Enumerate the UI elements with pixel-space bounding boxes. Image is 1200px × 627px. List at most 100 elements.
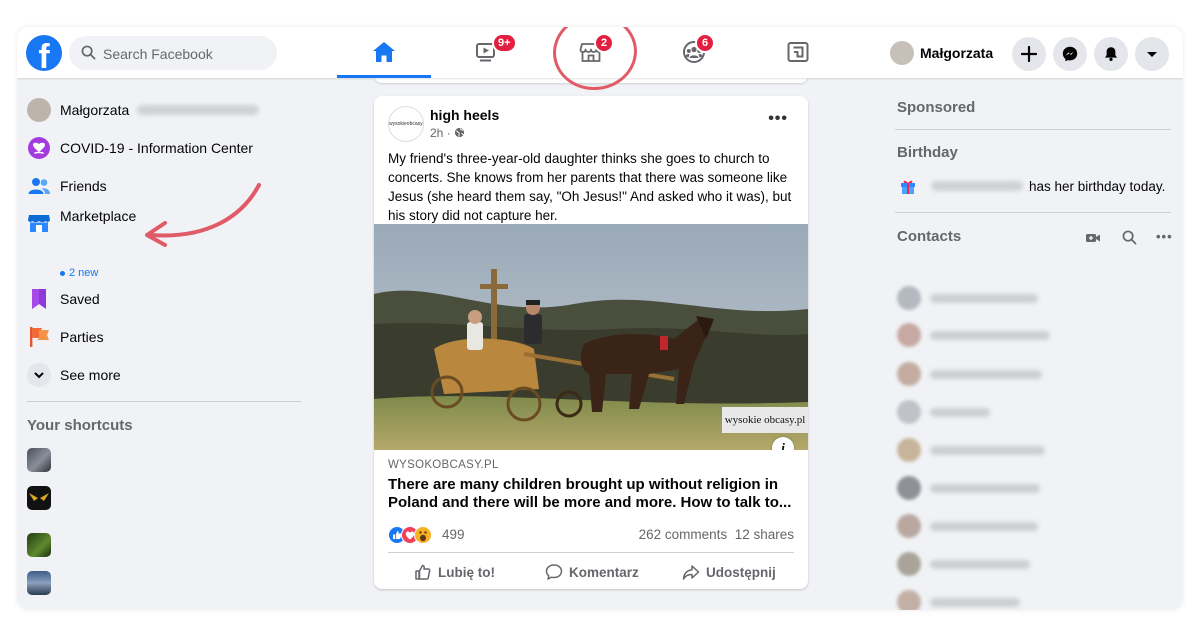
annotation-arrow (145, 183, 261, 247)
blurred-name (930, 330, 1050, 340)
account-menu-button[interactable] (1135, 37, 1169, 71)
sidebar-item-parties[interactable]: Parties (27, 320, 104, 354)
tab-home[interactable] (337, 27, 431, 78)
reactions-summary[interactable] (388, 526, 438, 547)
plus-icon (1021, 46, 1037, 62)
video-call-icon[interactable] (1085, 231, 1101, 245)
contact-item[interactable] (897, 476, 1040, 500)
blurred-name (930, 445, 1045, 455)
avatar (897, 286, 921, 310)
blurred-name (930, 483, 1040, 493)
more-options-icon[interactable]: ••• (768, 110, 788, 128)
avatar (897, 590, 921, 610)
sidebar-item-label: Małgorzata (60, 102, 130, 118)
divider (27, 401, 301, 402)
shortcut-item[interactable] (27, 571, 51, 595)
contacts-options-icon[interactable]: ••• (1156, 229, 1173, 244)
comment-button[interactable]: Komentarz (545, 561, 639, 583)
tab-watch[interactable]: 9+ (440, 27, 534, 78)
marketplace-new-count: 2 new (60, 267, 98, 279)
bookmark-icon (32, 289, 46, 309)
gift-icon (901, 180, 915, 194)
profile-chip[interactable]: Małgorzata (890, 38, 993, 68)
shortcut-item[interactable] (27, 486, 51, 510)
post-time[interactable]: 2h (430, 126, 443, 140)
contact-item[interactable] (897, 514, 1038, 538)
sidebar-item-label: COVID-19 - Information Center (60, 140, 253, 156)
see-more-button[interactable]: See more (27, 358, 121, 392)
notifications-button[interactable] (1094, 37, 1128, 71)
search-icon[interactable] (1122, 230, 1137, 245)
avatar (897, 438, 921, 462)
facebook-logo[interactable]: f (26, 35, 62, 71)
post-stats: 499 262 comments 12 shares (388, 525, 794, 545)
create-button[interactable] (1012, 37, 1046, 71)
contact-item[interactable] (897, 552, 1030, 576)
like-label: Lubię to! (438, 564, 495, 580)
shortcut-item[interactable] (27, 533, 51, 557)
reactions-count[interactable]: 499 (442, 527, 465, 542)
sponsored-title: Sponsored (897, 99, 976, 116)
sidebar-item-saved[interactable]: Saved (27, 282, 100, 316)
tab-groups[interactable]: 6 (647, 27, 741, 78)
divider (388, 552, 794, 553)
comment-icon (545, 564, 563, 580)
sidebar-item-marketplace[interactable]: Marketplace (27, 206, 136, 240)
like-button[interactable]: Lubię to! (414, 561, 495, 583)
sidebar-item-friends[interactable]: Friends (27, 169, 107, 203)
comments-shares: 262 comments 12 shares (639, 527, 794, 542)
wings-icon (29, 493, 49, 501)
profile-name: Małgorzata (920, 45, 994, 61)
link-preview[interactable]: WYSOKOBCASY.PL There are many children b… (374, 450, 808, 518)
page-name[interactable]: high heels (430, 107, 499, 123)
blurred-name (930, 293, 1038, 303)
sidebar-item-label: Marketplace (60, 208, 137, 224)
contact-item[interactable] (897, 400, 990, 424)
sidebar-item-profile[interactable]: Małgorzata (27, 93, 260, 127)
chevron-down-icon (27, 363, 51, 387)
contact-item[interactable] (897, 323, 1050, 347)
page-avatar[interactable]: wysokieobcasy.pl (388, 106, 424, 142)
link-title[interactable]: There are many children brought up witho… (388, 476, 798, 512)
birthday-row[interactable]: has her birthday today. (899, 176, 1165, 196)
facebook-window: f 9+ 2 6 Małgorzata (17, 27, 1183, 610)
post-text: My friend's three-year-old daughter thin… (388, 151, 792, 223)
blurred-name (930, 559, 1030, 569)
annotation-circle (549, 27, 641, 95)
post-meta: 2h · (430, 126, 465, 140)
blurred-name (930, 407, 990, 417)
blurred-name (930, 369, 1042, 379)
avatar (897, 400, 921, 424)
share-button[interactable]: Udostępnij (682, 561, 776, 583)
avatar (27, 98, 51, 122)
post-photo[interactable]: wysokie obcasy.pl i (374, 224, 808, 450)
flag-icon (30, 327, 49, 347)
messenger-button[interactable] (1053, 37, 1087, 71)
comments-count[interactable]: 262 comments (639, 527, 728, 542)
left-sidebar: Małgorzata COVID-19 - Information Center… (17, 78, 317, 610)
share-icon (682, 565, 700, 580)
contact-item[interactable] (897, 362, 1042, 386)
shares-count[interactable]: 12 shares (735, 527, 794, 542)
blurred-name (931, 181, 1023, 191)
blurred-name (930, 521, 1038, 531)
search-input[interactable] (101, 36, 275, 72)
tab-gaming[interactable] (751, 27, 845, 78)
blurred-surname (137, 105, 260, 115)
sidebar-item-label: See more (60, 367, 121, 383)
contact-item[interactable] (897, 438, 1045, 462)
search-box[interactable] (69, 36, 277, 72)
shortcut-item[interactable] (27, 448, 51, 472)
blurred-name (930, 597, 1020, 607)
home-icon (373, 42, 395, 62)
avatar (897, 323, 921, 347)
avatar (897, 552, 921, 576)
avatar (897, 514, 921, 538)
search-icon (81, 45, 96, 60)
sidebar-item-label: Friends (60, 178, 107, 194)
chevron-down-icon (1147, 52, 1157, 57)
contact-item[interactable] (897, 286, 1038, 310)
sidebar-item-covid[interactable]: COVID-19 - Information Center (27, 131, 253, 165)
right-sidebar: Sponsored Birthday has her birthday toda… (895, 78, 1175, 610)
contact-item[interactable] (897, 590, 1020, 610)
